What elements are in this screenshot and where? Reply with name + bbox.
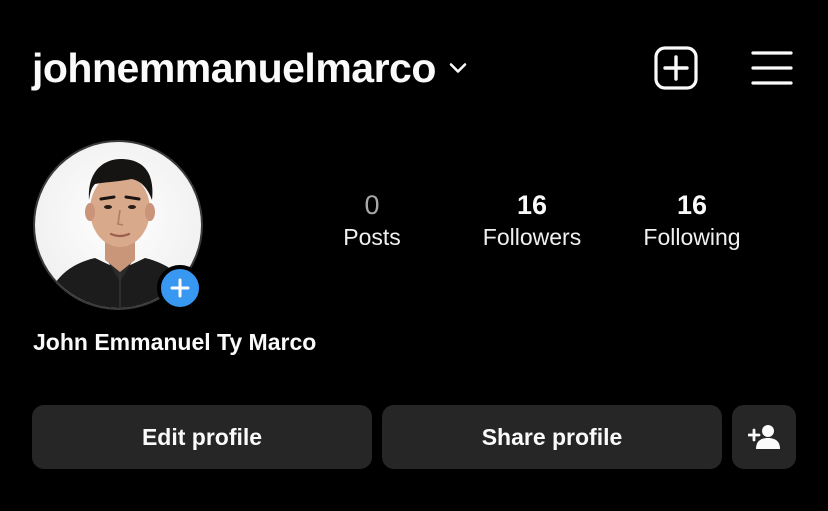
plus-icon	[170, 278, 190, 298]
followers-label: Followers	[482, 224, 582, 250]
following-label: Following	[643, 224, 741, 250]
add-story-button[interactable]	[157, 265, 203, 311]
edit-profile-label: Edit profile	[141, 423, 263, 450]
new-post-button[interactable]	[654, 46, 698, 90]
username-switcher[interactable]: johnemmanuelmarco	[32, 42, 470, 94]
posts-stat[interactable]: 0 Posts	[302, 188, 442, 252]
share-profile-button[interactable]: Share profile	[382, 405, 722, 469]
posts-label: Posts	[343, 224, 401, 250]
share-profile-label: Share profile	[481, 423, 623, 450]
username: johnemmanuelmarco	[32, 45, 436, 91]
followers-count: 16	[516, 190, 548, 220]
plus-square-icon	[654, 46, 698, 90]
hamburger-menu-icon	[751, 51, 793, 85]
chevron-down-icon	[446, 56, 470, 80]
profile-screen: johnemmanuelmarco 0 Posts 16 Followers 1…	[0, 0, 828, 511]
display-name: John Emmanuel Ty Marco	[33, 329, 317, 355]
following-count: 16	[676, 190, 708, 220]
followers-stat[interactable]: 16 Followers	[462, 188, 602, 252]
posts-count: 0	[364, 190, 380, 220]
following-stat[interactable]: 16 Following	[622, 188, 762, 252]
discover-people-button[interactable]	[732, 405, 796, 469]
person-add-icon	[748, 425, 780, 449]
edit-profile-button[interactable]: Edit profile	[32, 405, 372, 469]
menu-button[interactable]	[750, 48, 794, 88]
